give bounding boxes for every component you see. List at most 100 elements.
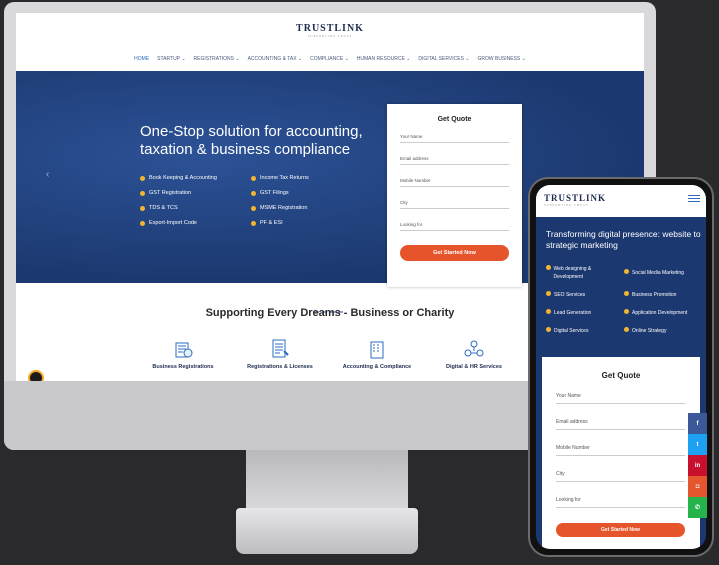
feature-item: Income Tax Returns: [251, 175, 309, 181]
bullet-icon: [546, 309, 551, 314]
feature-label: GST Filings: [260, 190, 289, 196]
name-field[interactable]: Your Name: [556, 393, 685, 404]
bullet-icon: [140, 190, 145, 196]
social-sidebar: f t in ◘ ✆: [688, 413, 707, 518]
nav-accounting-tax[interactable]: ACCOUNTING & TAX ⌄: [248, 56, 303, 62]
email-field[interactable]: Email address: [400, 156, 509, 165]
feature-label: Lead Generation: [554, 310, 592, 316]
building-icon: [175, 342, 193, 358]
nav-compliance[interactable]: COMPLIANCE ⌄: [310, 56, 349, 62]
logo-tagline: SUPPORTING TRUST: [544, 203, 589, 207]
main-nav: HOME STARTUP ⌄ REGISTRATIONS ⌄ ACCOUNTIN…: [16, 56, 644, 62]
feature-item: GST Registration: [140, 190, 191, 196]
feature-label: Business Promotion: [632, 292, 677, 298]
nav-digital-services[interactable]: DIGITAL SERVICES ⌄: [418, 56, 469, 62]
feature-item: GST Filings: [251, 190, 289, 196]
mobile-phone: TRUSTLINK SUPPORTING TRUST Transforming d…: [528, 177, 714, 557]
logo-tagline: SUPPORTING TRUST: [307, 34, 353, 38]
feature-label: SEO Services: [554, 292, 586, 298]
mobile-field[interactable]: Mobile Number: [556, 445, 685, 456]
chat-widget-icon[interactable]: [28, 370, 44, 381]
service-accounting-compliance[interactable]: Accounting & Compliance: [327, 338, 427, 370]
mobile-quote-form: Get Quote Your Name Email address Mobile…: [542, 357, 700, 549]
city-field[interactable]: City: [400, 200, 509, 209]
document-icon: [272, 339, 289, 358]
feature-item: Digital Services: [546, 327, 588, 335]
bullet-icon: [251, 190, 256, 196]
get-started-button[interactable]: Get Started Now: [400, 245, 509, 261]
feature-item: Online Strategy: [624, 327, 666, 335]
hamburger-menu-icon[interactable]: [688, 195, 700, 204]
service-label: Accounting & Compliance: [342, 364, 412, 370]
mobile-hero-title: Transforming digital presence: website t…: [546, 229, 701, 250]
feature-item: Lead Generation: [546, 309, 591, 317]
bullet-icon: [251, 205, 256, 211]
feature-item: MSME Registration: [251, 205, 307, 211]
quote-title: Get Quote: [437, 116, 472, 123]
monitor-base: [236, 508, 418, 554]
feature-label: Income Tax Returns: [260, 175, 309, 181]
email-field[interactable]: Email address: [556, 419, 685, 430]
bullet-icon: [624, 327, 629, 332]
service-label: Digital & HR Services: [446, 364, 502, 370]
instagram-icon[interactable]: ◘: [688, 476, 707, 497]
feature-item: PF & ESI: [251, 220, 283, 226]
mobile-field[interactable]: Mobile Number: [400, 178, 509, 187]
bullet-icon: [624, 291, 629, 296]
logo-text: TRUSTLINK: [544, 193, 607, 203]
service-label: Registrations & Licenses: [247, 364, 313, 370]
bullet-icon: [546, 265, 551, 270]
nav-human-resource[interactable]: HUMAN RESOURCE ⌄: [357, 56, 411, 62]
feature-label: MSME Registration: [260, 205, 308, 211]
looking-for-field[interactable]: Looking for: [556, 497, 685, 508]
hero-title: One-Stop solution for accounting, taxati…: [140, 123, 363, 158]
bullet-icon: [624, 269, 629, 274]
feature-item: TDS & TCS: [140, 205, 178, 211]
bullet-icon: [546, 291, 551, 296]
feature-label: Online Strategy: [632, 328, 667, 334]
feature-item: Application Development: [624, 309, 687, 317]
city-field[interactable]: City: [556, 471, 685, 482]
feature-item: Web designing & Development: [546, 265, 616, 281]
site-logo[interactable]: TRUSTLINK SUPPORTING TRUST: [16, 23, 644, 38]
feature-label: PF & ESI: [260, 220, 283, 226]
name-field[interactable]: Your Name: [400, 134, 509, 143]
service-business-registrations[interactable]: Business Registrations: [133, 338, 233, 370]
bullet-icon: [140, 220, 145, 226]
nav-registrations[interactable]: REGISTRATIONS ⌄: [194, 56, 240, 62]
bullet-icon: [546, 327, 551, 332]
feature-item: Social Media Marketing: [624, 269, 684, 277]
nav-startup[interactable]: STARTUP ⌄: [157, 56, 185, 62]
nav-grow-business[interactable]: GROW BUSINESS ⌄: [477, 56, 525, 62]
feature-item: SEO Services: [546, 291, 585, 299]
carousel-prev-icon[interactable]: ‹: [46, 169, 49, 180]
feature-label: TDS & TCS: [149, 205, 178, 211]
mobile-logo[interactable]: TRUSTLINK SUPPORTING TRUST: [536, 193, 606, 207]
facebook-icon[interactable]: f: [688, 413, 707, 434]
feature-label: Application Development: [632, 310, 688, 316]
monitor-stand: [246, 450, 408, 512]
bullet-icon: [251, 175, 256, 181]
bullet-icon: [251, 220, 256, 226]
feature-label: Digital Services: [554, 328, 589, 334]
logo-text: TRUSTLINK: [296, 23, 364, 34]
feature-label: Book Keeping & Accounting: [149, 175, 217, 181]
mobile-screen: TRUSTLINK SUPPORTING TRUST Transforming d…: [536, 185, 706, 549]
bullet-icon: [624, 309, 629, 314]
quote-form: Get Quote Your Name Email address Mobile…: [387, 104, 522, 287]
service-label: Business Registrations: [152, 364, 214, 370]
service-registrations-licenses[interactable]: Registrations & Licenses: [230, 338, 330, 370]
nav-home[interactable]: HOME: [134, 56, 149, 62]
linkedin-icon[interactable]: in: [688, 455, 707, 476]
looking-for-field[interactable]: Looking for: [400, 222, 509, 231]
feature-label: Social Media Marketing: [632, 270, 684, 276]
feature-label: GST Registration: [149, 190, 192, 196]
feature-item: Business Promotion: [624, 291, 676, 299]
get-started-button[interactable]: Get Started Now: [556, 523, 685, 537]
service-digital-hr[interactable]: Digital & HR Services: [424, 338, 524, 370]
twitter-icon[interactable]: t: [688, 434, 707, 455]
mobile-header: TRUSTLINK SUPPORTING TRUST: [536, 185, 706, 217]
whatsapp-icon[interactable]: ✆: [688, 497, 707, 518]
feature-label: Export-Import Code: [149, 220, 197, 226]
feature-label: Web designing & Development: [553, 266, 592, 280]
